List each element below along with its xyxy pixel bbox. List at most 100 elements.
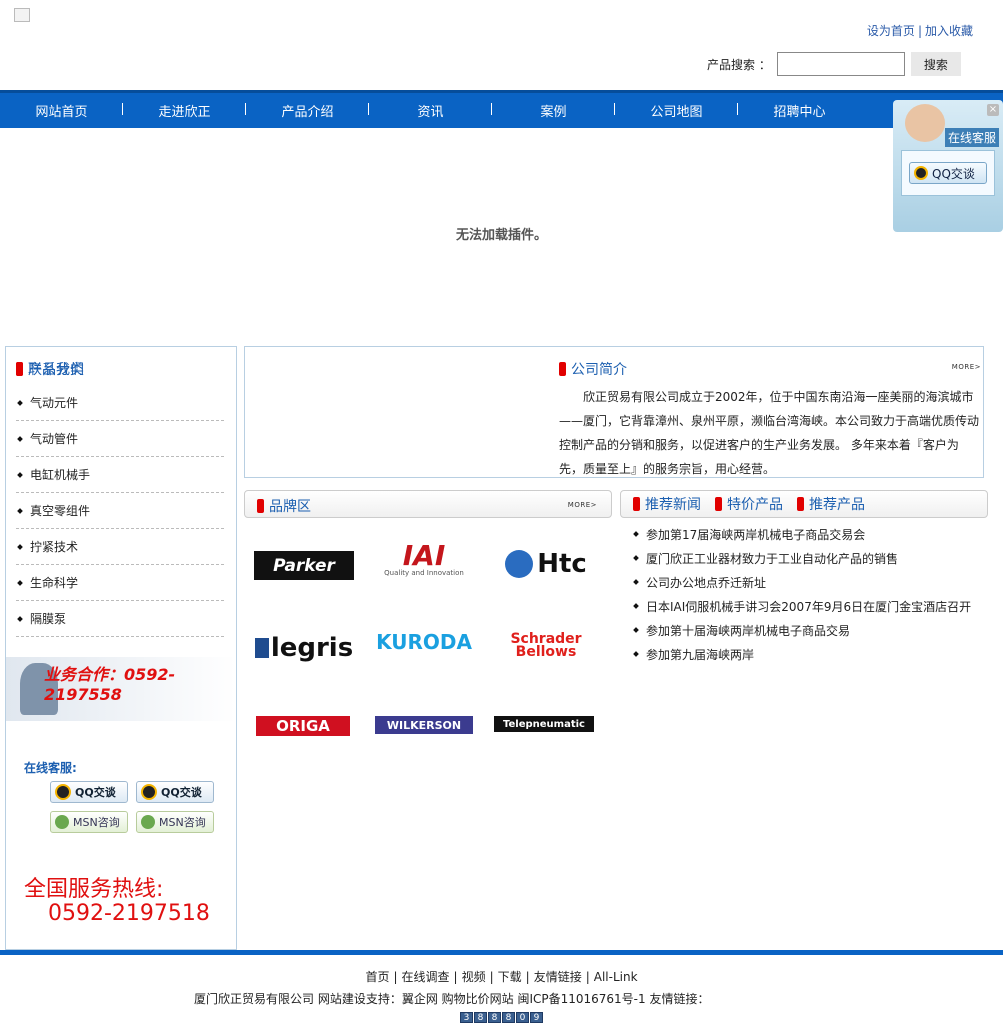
brand-title-text: 品牌区	[269, 499, 311, 515]
news-title: 参加第十届海峡两岸机械电子商品交易	[646, 623, 851, 638]
online-cs-label: 在线客服	[944, 128, 999, 147]
nav-item-cases[interactable]: 案例	[492, 101, 615, 120]
msn-chat-badge[interactable]: MSN咨询	[50, 811, 128, 833]
brand-logo-text: Telepneumatic	[503, 718, 585, 730]
floating-customer-service: × 在线客服 QQ交谈	[893, 100, 1003, 232]
bullet-icon	[633, 651, 639, 657]
close-icon[interactable]: ×	[987, 104, 999, 116]
brand-logo-wilkerson[interactable]: WILKERSON	[375, 716, 473, 734]
product-search: 产品搜索 ： 搜索	[707, 52, 961, 76]
search-label: 产品搜索 ：	[707, 57, 771, 72]
category-label: 气动管件	[30, 432, 79, 446]
title-marker-icon	[715, 497, 722, 511]
qq-icon	[141, 784, 157, 800]
news-item[interactable]: 参加第17届海峡两岸机械电子商品交易会	[633, 522, 994, 546]
tab-label: 推荐新闻	[645, 497, 701, 513]
tab-label: 推荐产品	[809, 497, 865, 513]
category-item[interactable]: 生命科学	[16, 565, 224, 601]
news-item[interactable]: 厦门欣正工业器材致力于工业自动化产品的销售	[633, 546, 994, 570]
main-nav: 网站首页 走进欣正 产品介绍 资讯 案例 公司地图 招聘中心	[0, 90, 1003, 128]
brand-logo-schrader[interactable]: Schrader Bellows	[496, 630, 596, 662]
category-item[interactable]: 电缸机械手	[16, 457, 224, 493]
footer-link-friends[interactable]: 友情链接	[534, 970, 582, 984]
htc-globe-icon	[505, 550, 534, 578]
title-marker-icon	[633, 497, 640, 511]
footer-info: 厦门欣正贸易有限公司 网站建设支持：翼企网 购物比价网站 闽ICP备110167…	[194, 992, 710, 1006]
counter-digit: 8	[474, 1012, 487, 1023]
brand-logo-text: WILKERSON	[386, 718, 462, 732]
qq-icon	[914, 166, 928, 180]
category-item[interactable]: 真空零组件	[16, 493, 224, 529]
set-homepage-link[interactable]: 设为首页	[867, 24, 915, 38]
news-item[interactable]: 参加第九届海峡两岸	[633, 642, 994, 666]
nav-item-products[interactable]: 产品介绍	[246, 101, 369, 120]
msn-icon	[55, 815, 69, 829]
tab-recommended-news[interactable]: 推荐新闻	[633, 494, 701, 514]
sidebar: 产品分类 气动元件 气动管件 电缸机械手 真空零组件 拧紧技术 生命科学 隔膜泵…	[5, 346, 237, 950]
about-title: 公司简介	[559, 359, 627, 379]
news-list: 参加第17届海峡两岸机械电子商品交易会 厦门欣正工业器材致力于工业自动化产品的销…	[633, 522, 994, 666]
counter-digit: 8	[502, 1012, 515, 1023]
category-item[interactable]: 拧紧技术	[16, 529, 224, 565]
msn-chat-badge[interactable]: MSN咨询	[136, 811, 214, 833]
brand-logo-text: ORIGA	[276, 717, 330, 735]
separator: |	[453, 970, 458, 984]
nav-item-about[interactable]: 走进欣正	[123, 101, 246, 120]
category-label: 真空零组件	[30, 504, 91, 518]
footer-link-download[interactable]: 下载	[498, 970, 522, 984]
brand-logo-htc[interactable]: Htc	[496, 540, 596, 588]
qq-badge-label: QQ交谈	[161, 786, 202, 799]
qq-chat-badge[interactable]: QQ交谈	[50, 781, 128, 803]
qq-icon	[55, 784, 71, 800]
add-favorite-link[interactable]: 加入收藏	[925, 24, 973, 38]
footer-link-all[interactable]: All-Link	[594, 970, 638, 984]
search-input[interactable]	[776, 52, 905, 76]
bullet-icon	[633, 531, 639, 537]
brand-logo-kuroda[interactable]: KURODA	[374, 626, 474, 658]
qq-chat-button[interactable]: QQ交谈	[909, 162, 987, 184]
msn-badge-label: MSN咨询	[159, 816, 206, 829]
brand-logo-telepneumatic[interactable]: Telepneumatic	[494, 716, 594, 732]
brand-logo-origa[interactable]: ORIGA	[256, 716, 350, 736]
nav-item-news[interactable]: 资讯	[369, 101, 492, 120]
category-label: 拧紧技术	[30, 540, 79, 554]
about-title-text: 公司简介	[571, 362, 627, 378]
online-service-label: 在线客服:	[24, 761, 77, 775]
plugin-placeholder: 无法加载插件。	[0, 128, 1003, 338]
brand-logo-iai[interactable]: IAI Quality and Innovation	[374, 542, 474, 578]
nav-item-jobs[interactable]: 招聘中心	[738, 101, 861, 120]
brand-more-link[interactable]: MORE>	[568, 501, 597, 509]
qq-chat-badge[interactable]: QQ交谈	[136, 781, 214, 803]
search-button[interactable]: 搜索	[910, 52, 961, 76]
category-item[interactable]: 隔膜泵	[16, 601, 224, 637]
tab-recommended-products[interactable]: 推荐产品	[797, 494, 865, 514]
news-item[interactable]: 参加第十届海峡两岸机械电子商品交易	[633, 618, 994, 642]
brand-header: 品牌区 MORE>	[244, 490, 612, 518]
msn-icon	[141, 815, 155, 829]
tab-label: 特价产品	[727, 497, 783, 513]
brand-logo-text: KURODA	[376, 630, 472, 654]
bullet-icon	[17, 435, 23, 442]
category-item[interactable]: 气动管件	[16, 421, 224, 457]
news-item[interactable]: 日本IAI伺服机械手讲习会2007年9月6日在厦门金宝酒店召开	[633, 594, 994, 618]
brand-logo-text: Htc	[537, 549, 587, 579]
brand-logo-legris[interactable]: legris	[254, 632, 354, 664]
hotline-number: 0592-2197518	[48, 901, 210, 926]
nav-item-map[interactable]: 公司地图	[615, 101, 738, 120]
tab-special-products[interactable]: 特价产品	[715, 494, 783, 514]
news-item[interactable]: 公司办公地点乔迁新址	[633, 570, 994, 594]
category-item[interactable]: 气动元件	[16, 385, 224, 421]
bullet-icon	[17, 579, 23, 586]
qq-chat-label: QQ交谈	[932, 166, 975, 181]
brand-logo-parker[interactable]: Parker	[254, 548, 354, 580]
separator: |	[585, 970, 590, 984]
category-list: 气动元件 气动管件 电缸机械手 真空零组件 拧紧技术 生命科学 隔膜泵	[16, 385, 224, 637]
nav-item-home[interactable]: 网站首页	[0, 101, 123, 120]
footer-link-video[interactable]: 视频	[462, 970, 486, 984]
bullet-icon	[633, 555, 639, 561]
bullet-icon	[17, 543, 23, 550]
brand-logo-subtext: Quality and Innovation	[384, 569, 464, 577]
footer-link-home[interactable]: 首页	[365, 970, 389, 984]
footer-link-survey[interactable]: 在线调查	[402, 970, 450, 984]
about-more-link[interactable]: MORE>	[952, 363, 981, 371]
